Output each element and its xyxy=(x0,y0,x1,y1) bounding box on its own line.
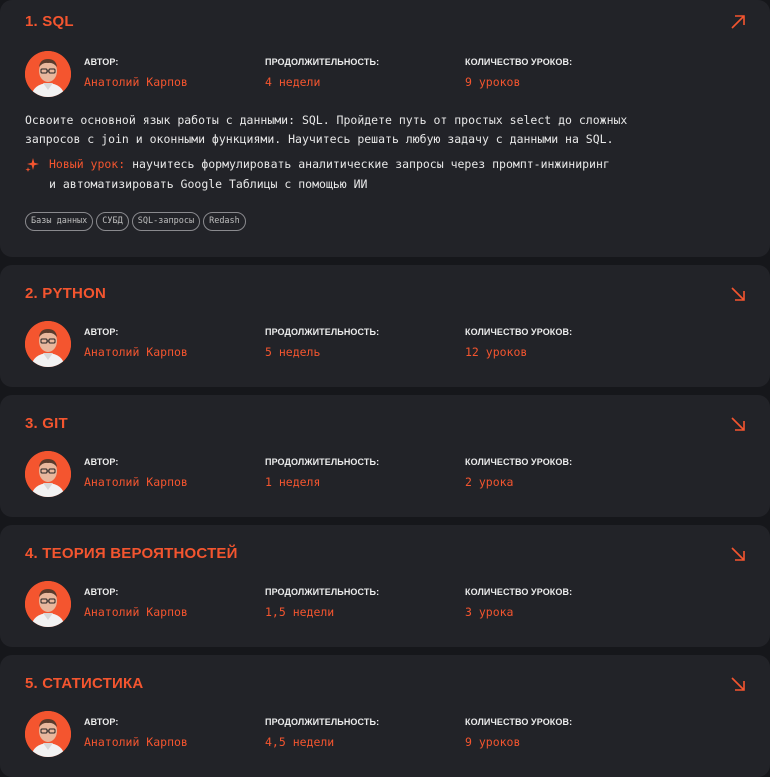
lessons-label: КОЛИЧЕСТВО УРОКОВ: xyxy=(465,57,573,67)
tag[interactable]: Базы данных xyxy=(25,212,94,231)
description-line: запросов с join и оконными функциями. На… xyxy=(25,132,614,146)
lessons-label: КОЛИЧЕСТВО УРОКОВ: xyxy=(465,457,573,467)
course-card-python[interactable]: 2. PYTHON АВТОР: Анатолий Карпов ПРОДОЛЖ… xyxy=(0,265,770,387)
lessons-column: КОЛИЧЕСТВО УРОКОВ: 12 уроков xyxy=(465,327,572,359)
author-name: Анатолий Карпов xyxy=(84,75,188,89)
tag[interactable]: SQL-запросы xyxy=(131,212,201,231)
author-column: АВТОР: Анатолий Карпов xyxy=(84,587,188,619)
author-column: АВТОР: Анатолий Карпов xyxy=(84,57,188,89)
duration-label: ПРОДОЛЖИТЕЛЬНОСТЬ: xyxy=(265,57,380,67)
course-meta: АВТОР: Анатолий Карпов ПРОДОЛЖИТЕЛЬНОСТЬ… xyxy=(25,451,725,497)
duration-column: ПРОДОЛЖИТЕЛЬНОСТЬ: 4,5 недели xyxy=(265,717,379,749)
author-column: АВТОР: Анатолий Карпов xyxy=(84,717,188,749)
duration-label: ПРОДОЛЖИТЕЛЬНОСТЬ: xyxy=(265,457,380,467)
author-name: Анатолий Карпов xyxy=(84,605,188,619)
duration-value: 1,5 недели xyxy=(265,605,335,619)
lessons-label: КОЛИЧЕСТВО УРОКОВ: xyxy=(465,587,573,597)
author-column: АВТОР: Анатолий Карпов xyxy=(84,327,188,359)
author-label: АВТОР: xyxy=(84,457,119,467)
lessons-column: КОЛИЧЕСТВО УРОКОВ: 3 урока xyxy=(465,587,572,619)
description-line: Освоите основной язык работы с данными: … xyxy=(25,113,628,127)
arrow-down-right-icon[interactable] xyxy=(730,416,746,432)
tag-list: Базы данных СУБД SQL-запросы Redash xyxy=(25,212,246,231)
new-lesson-text: и автоматизировать Google Таблицы с помо… xyxy=(49,177,368,191)
course-card-sql[interactable]: 1. SQL АВТОР: Анатолий Карпов ПРОДОЛЖИТЕ… xyxy=(0,0,770,257)
tag[interactable]: СУБД xyxy=(96,212,129,231)
lessons-label: КОЛИЧЕСТВО УРОКОВ: xyxy=(465,717,573,727)
duration-value: 4 недели xyxy=(265,75,321,89)
author-name: Анатолий Карпов xyxy=(84,735,188,749)
new-lesson-note: Новый урок: научитесь формулировать анал… xyxy=(25,154,745,194)
avatar xyxy=(25,581,71,627)
duration-value: 4,5 недели xyxy=(265,735,335,749)
lessons-value: 2 урока xyxy=(465,475,514,489)
course-list: 1. SQL АВТОР: Анатолий Карпов ПРОДОЛЖИТЕ… xyxy=(0,0,770,777)
course-card-statistics[interactable]: 5. СТАТИСТИКА АВТОР: Анатолий Карпов ПРО… xyxy=(0,655,770,777)
duration-label: ПРОДОЛЖИТЕЛЬНОСТЬ: xyxy=(265,717,380,727)
new-lesson-text: научитесь формулировать аналитические за… xyxy=(125,157,610,171)
course-meta: АВТОР: Анатолий Карпов ПРОДОЛЖИТЕЛЬНОСТЬ… xyxy=(25,51,725,97)
duration-column: ПРОДОЛЖИТЕЛЬНОСТЬ: 1 неделя xyxy=(265,457,379,489)
author-label: АВТОР: xyxy=(84,587,119,597)
lessons-column: КОЛИЧЕСТВО УРОКОВ: 9 уроков xyxy=(465,717,572,749)
course-card-probability[interactable]: 4. ТЕОРИЯ ВЕРОЯТНОСТЕЙ АВТОР: Анатолий К… xyxy=(0,525,770,647)
arrow-down-right-icon[interactable] xyxy=(730,676,746,692)
arrow-down-right-icon[interactable] xyxy=(730,286,746,302)
lessons-value: 9 уроков xyxy=(465,735,521,749)
course-meta: АВТОР: Анатолий Карпов ПРОДОЛЖИТЕЛЬНОСТЬ… xyxy=(25,581,725,627)
course-card-git[interactable]: 3. GIT АВТОР: Анатолий Карпов ПРОДОЛЖИТЕ… xyxy=(0,395,770,517)
duration-value: 5 недель xyxy=(265,345,321,359)
author-column: АВТОР: Анатолий Карпов xyxy=(84,457,188,489)
lessons-label: КОЛИЧЕСТВО УРОКОВ: xyxy=(465,327,573,337)
lessons-value: 9 уроков xyxy=(465,75,521,89)
author-name: Анатолий Карпов xyxy=(84,345,188,359)
course-title[interactable]: 1. SQL xyxy=(25,13,74,30)
duration-label: ПРОДОЛЖИТЕЛЬНОСТЬ: xyxy=(265,587,380,597)
lessons-column: КОЛИЧЕСТВО УРОКОВ: 2 урока xyxy=(465,457,572,489)
lessons-value: 12 уроков xyxy=(465,345,528,359)
duration-column: ПРОДОЛЖИТЕЛЬНОСТЬ: 4 недели xyxy=(265,57,379,89)
duration-label: ПРОДОЛЖИТЕЛЬНОСТЬ: xyxy=(265,327,380,337)
course-title[interactable]: 2. PYTHON xyxy=(25,285,106,302)
avatar xyxy=(25,711,71,757)
course-title[interactable]: 4. ТЕОРИЯ ВЕРОЯТНОСТЕЙ xyxy=(25,545,238,562)
avatar xyxy=(25,451,71,497)
author-label: АВТОР: xyxy=(84,57,119,67)
author-name: Анатолий Карпов xyxy=(84,475,188,489)
avatar xyxy=(25,321,71,367)
course-meta: АВТОР: Анатолий Карпов ПРОДОЛЖИТЕЛЬНОСТЬ… xyxy=(25,321,725,367)
course-title[interactable]: 5. СТАТИСТИКА xyxy=(25,675,143,692)
course-title[interactable]: 3. GIT xyxy=(25,415,68,432)
course-meta: АВТОР: Анатолий Карпов ПРОДОЛЖИТЕЛЬНОСТЬ… xyxy=(25,711,725,757)
arrow-down-right-icon[interactable] xyxy=(730,546,746,562)
course-description: Освоите основной язык работы с данными: … xyxy=(25,111,745,149)
duration-value: 1 неделя xyxy=(265,475,321,489)
new-lesson-label: Новый урок: xyxy=(49,157,126,171)
lessons-value: 3 урока xyxy=(465,605,514,619)
lessons-column: КОЛИЧЕСТВО УРОКОВ: 9 уроков xyxy=(465,57,572,89)
arrow-up-right-icon[interactable] xyxy=(730,14,746,30)
author-label: АВТОР: xyxy=(84,327,119,337)
duration-column: ПРОДОЛЖИТЕЛЬНОСТЬ: 5 недель xyxy=(265,327,379,359)
tag[interactable]: Redash xyxy=(203,212,246,231)
sparkle-icon xyxy=(25,158,39,172)
avatar xyxy=(25,51,71,97)
duration-column: ПРОДОЛЖИТЕЛЬНОСТЬ: 1,5 недели xyxy=(265,587,379,619)
author-label: АВТОР: xyxy=(84,717,119,727)
